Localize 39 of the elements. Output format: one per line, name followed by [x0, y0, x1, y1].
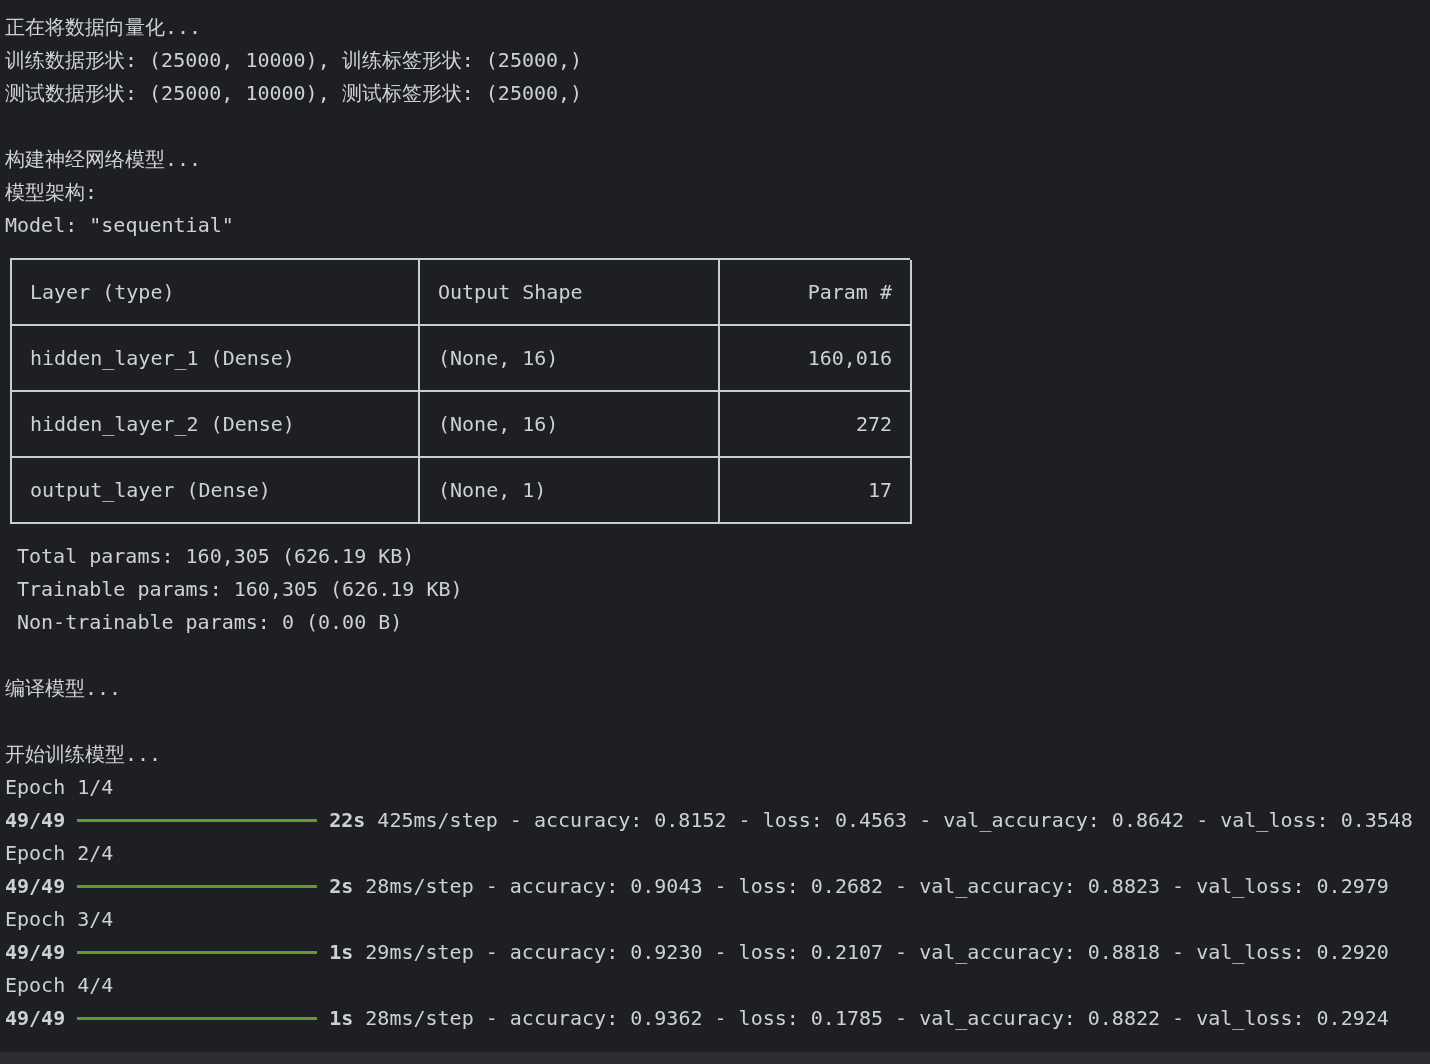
table-cell: (None, 1) [420, 458, 720, 524]
table-cell: 160,016 [720, 326, 912, 392]
log-line: Epoch 1/4 [5, 774, 114, 801]
metrics-text: 425ms/step - accuracy: 0.8152 - loss: 0.4563 - val_accuracy: 0.8642 - val_loss: 0.3548 [377, 807, 1413, 834]
log-line: 编译模型... [5, 675, 122, 702]
table-cell: hidden_layer_2 (Dense) [12, 392, 420, 458]
log-line: 开始训练模型... [5, 741, 162, 768]
log-line: Epoch 4/4 [5, 972, 114, 999]
column-header: Param # [720, 260, 912, 326]
log-line: 模型架构: [5, 179, 98, 206]
log-line: 训练数据形状: (25000, 10000), 训练标签形状: (25000,) [5, 47, 583, 74]
metrics-text: 29ms/step - accuracy: 0.9230 - loss: 0.2107 - val_accuracy: 0.8818 - val_loss: 0.2920 [365, 939, 1389, 966]
log-line: Model: "sequential" [5, 212, 234, 239]
elapsed-time: 2s [329, 873, 354, 900]
log-line: 测试数据形状: (25000, 10000), 测试标签形状: (25000,) [5, 80, 583, 107]
elapsed-time: 1s [329, 1005, 354, 1032]
table-cell: output_layer (Dense) [12, 458, 420, 524]
log-line: Non-trainable params: 0 (0.00 B) [17, 609, 403, 636]
step-counter: 49/49 [5, 807, 66, 834]
table-cell: (None, 16) [420, 326, 720, 392]
step-counter: 49/49 [5, 939, 66, 966]
column-header: Layer (type) [12, 260, 420, 326]
column-header: Output Shape [420, 260, 720, 326]
table-cell: 17 [720, 458, 912, 524]
elapsed-time: 1s [329, 939, 354, 966]
table-cell: 272 [720, 392, 912, 458]
step-counter: 49/49 [5, 873, 66, 900]
log-line: Total params: 160,305 (626.19 KB) [17, 543, 415, 570]
log-line: Epoch 3/4 [5, 906, 114, 933]
metrics-text: 28ms/step - accuracy: 0.9043 - loss: 0.2682 - val_accuracy: 0.8823 - val_loss: 0.2979 [365, 873, 1389, 900]
table-cell: (None, 16) [420, 392, 720, 458]
table-cell: hidden_layer_1 (Dense) [12, 326, 420, 392]
log-line: Trainable params: 160,305 (626.19 KB) [17, 576, 463, 603]
log-line: 构建神经网络模型... [5, 146, 202, 173]
log-line: 正在将数据向量化... [5, 14, 202, 41]
step-counter: 49/49 [5, 1005, 66, 1032]
metrics-text: 28ms/step - accuracy: 0.9362 - loss: 0.1785 - val_accuracy: 0.8822 - val_loss: 0.2924 [365, 1005, 1389, 1032]
log-line: Epoch 2/4 [5, 840, 114, 867]
elapsed-time: 22s [329, 807, 366, 834]
